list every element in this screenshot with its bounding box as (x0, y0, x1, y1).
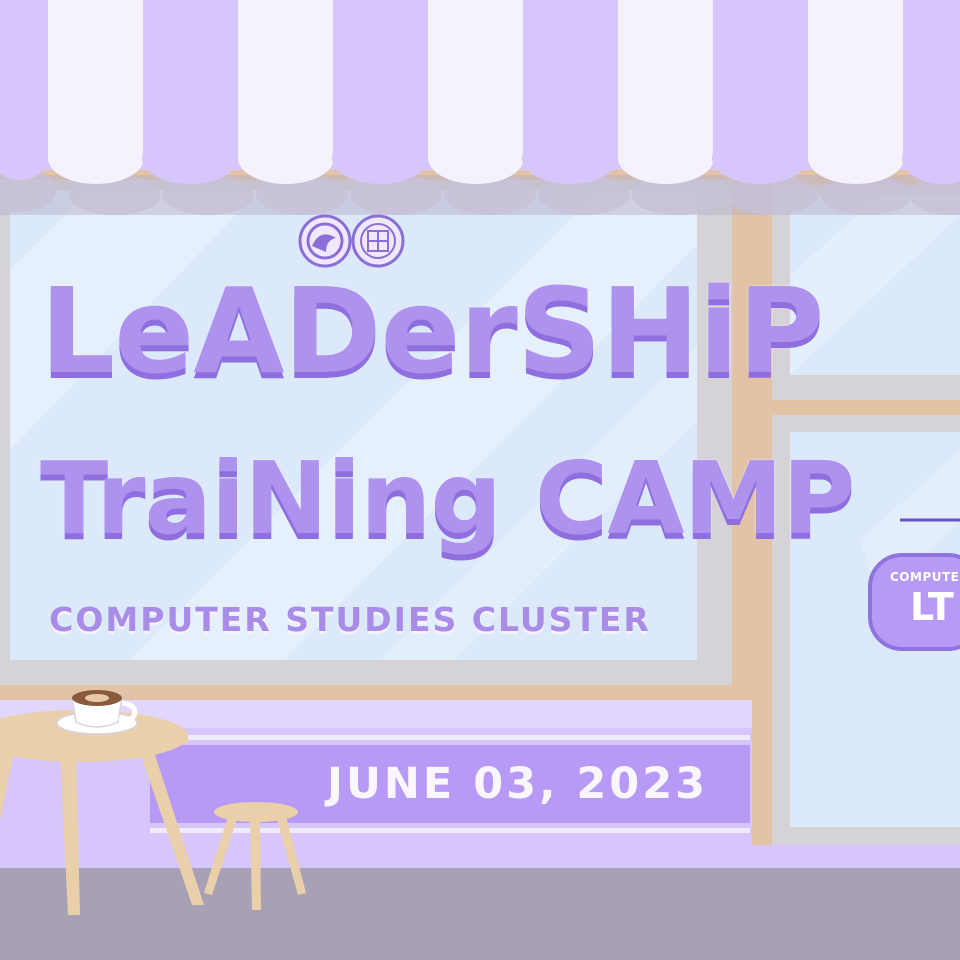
awning (0, 0, 960, 184)
sidewalk (0, 868, 960, 960)
poster-scene: LeADerSHiP TraiNing CAMP COMPUTER STUDIE… (0, 0, 960, 960)
sign-big-text: LT (910, 585, 954, 629)
logo-seal-left (298, 214, 352, 268)
logo-seal-right (351, 214, 405, 268)
subtitle: COMPUTER STUDIES CLUSTER (49, 600, 651, 639)
title-line-1: LeADerSHiP (40, 262, 824, 400)
event-date: JUNE 03, 2023 (327, 759, 709, 809)
title-line-2: TraiNing CAMP (40, 440, 855, 557)
sign-small-text: COMPUTER (890, 570, 960, 584)
